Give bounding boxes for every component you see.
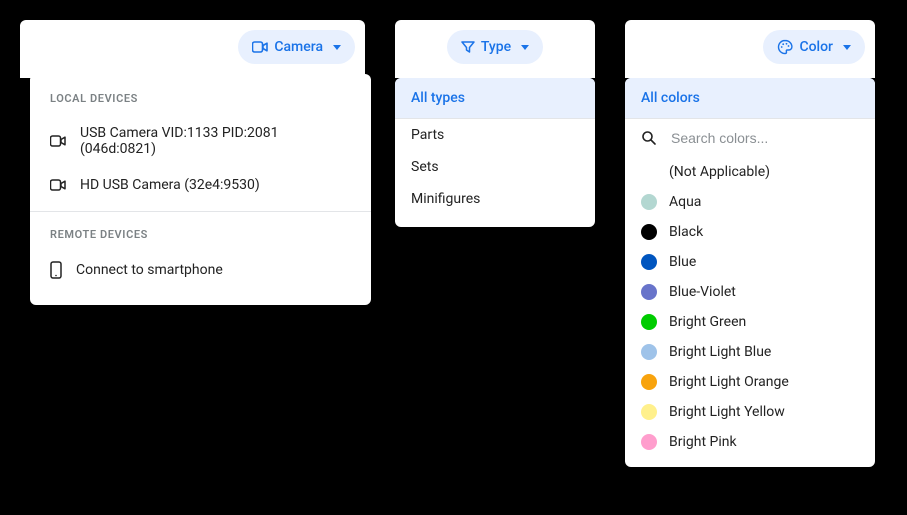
videocam-icon [50, 179, 66, 191]
type-selected[interactable]: All types [395, 78, 595, 119]
divider [30, 211, 371, 212]
color-option-label: Aqua [669, 194, 701, 210]
color-swatch [641, 314, 657, 330]
device-label: HD USB Camera (32e4:9530) [80, 177, 260, 193]
filter-icon [461, 40, 475, 54]
chevron-down-icon [333, 45, 341, 50]
videocam-icon [50, 135, 66, 147]
type-chip[interactable]: Type [447, 30, 543, 64]
color-option[interactable]: Bright Light Yellow [625, 397, 875, 427]
type-chip-label: Type [481, 39, 511, 55]
color-chip-label: Color [799, 39, 833, 55]
search-icon [641, 130, 657, 146]
color-option[interactable]: Bright Light Blue [625, 337, 875, 367]
camera-icon [252, 41, 268, 53]
connect-smartphone-item[interactable]: Connect to smartphone [30, 251, 371, 289]
color-swatch [641, 254, 657, 270]
color-option[interactable]: Bright Light Orange [625, 367, 875, 397]
color-selected[interactable]: All colors [625, 78, 875, 119]
color-option-label: Blue-Violet [669, 284, 736, 300]
color-option[interactable]: Bright Green [625, 307, 875, 337]
color-option-label: Bright Light Orange [669, 374, 789, 390]
color-swatch [641, 194, 657, 210]
color-option[interactable]: Blue [625, 247, 875, 277]
type-option[interactable]: Parts [395, 119, 595, 151]
color-option-label: Black [669, 224, 703, 240]
type-dropdown: All types Parts Sets Minifigures [395, 78, 595, 227]
local-devices-header: LOCAL DEVICES [30, 74, 371, 115]
remote-devices-header: REMOTE DEVICES [30, 220, 371, 251]
color-option-label: Bright Pink [669, 434, 737, 450]
color-option[interactable]: Aqua [625, 187, 875, 217]
color-option-label: (Not Applicable) [669, 164, 770, 180]
color-option-label: Bright Light Yellow [669, 404, 785, 420]
color-option[interactable]: Black [625, 217, 875, 247]
color-chip[interactable]: Color [763, 30, 865, 64]
color-option[interactable]: Blue-Violet [625, 277, 875, 307]
camera-chip[interactable]: Camera [238, 30, 355, 64]
local-device-item[interactable]: USB Camera VID:1133 PID:2081 (046d:0821) [30, 115, 371, 167]
color-option-label: Bright Green [669, 314, 746, 330]
color-search-input[interactable] [669, 129, 859, 147]
chevron-down-icon [843, 45, 851, 50]
color-option-label: Blue [669, 254, 696, 270]
device-label: USB Camera VID:1133 PID:2081 (046d:0821) [80, 125, 351, 157]
camera-dropdown: LOCAL DEVICES USB Camera VID:1133 PID:20… [30, 74, 371, 305]
color-swatch [641, 374, 657, 390]
color-dropdown: All colors (Not Applicable) Aqua Black Blue… [625, 78, 875, 467]
type-option[interactable]: Sets [395, 151, 595, 183]
color-option[interactable]: (Not Applicable) [625, 157, 875, 187]
palette-icon [777, 39, 793, 55]
smartphone-icon [50, 261, 62, 279]
color-option-label: Bright Light Blue [669, 344, 771, 360]
color-swatch [641, 434, 657, 450]
color-swatch [641, 224, 657, 240]
color-swatch [641, 344, 657, 360]
camera-chip-label: Camera [274, 39, 323, 55]
color-swatch [641, 164, 657, 180]
color-swatch [641, 404, 657, 420]
color-swatch [641, 284, 657, 300]
chevron-down-icon [521, 45, 529, 50]
local-device-item[interactable]: HD USB Camera (32e4:9530) [30, 167, 371, 203]
color-option[interactable]: Bright Pink [625, 427, 875, 457]
connect-smartphone-label: Connect to smartphone [76, 262, 223, 278]
type-option[interactable]: Minifigures [395, 183, 595, 215]
